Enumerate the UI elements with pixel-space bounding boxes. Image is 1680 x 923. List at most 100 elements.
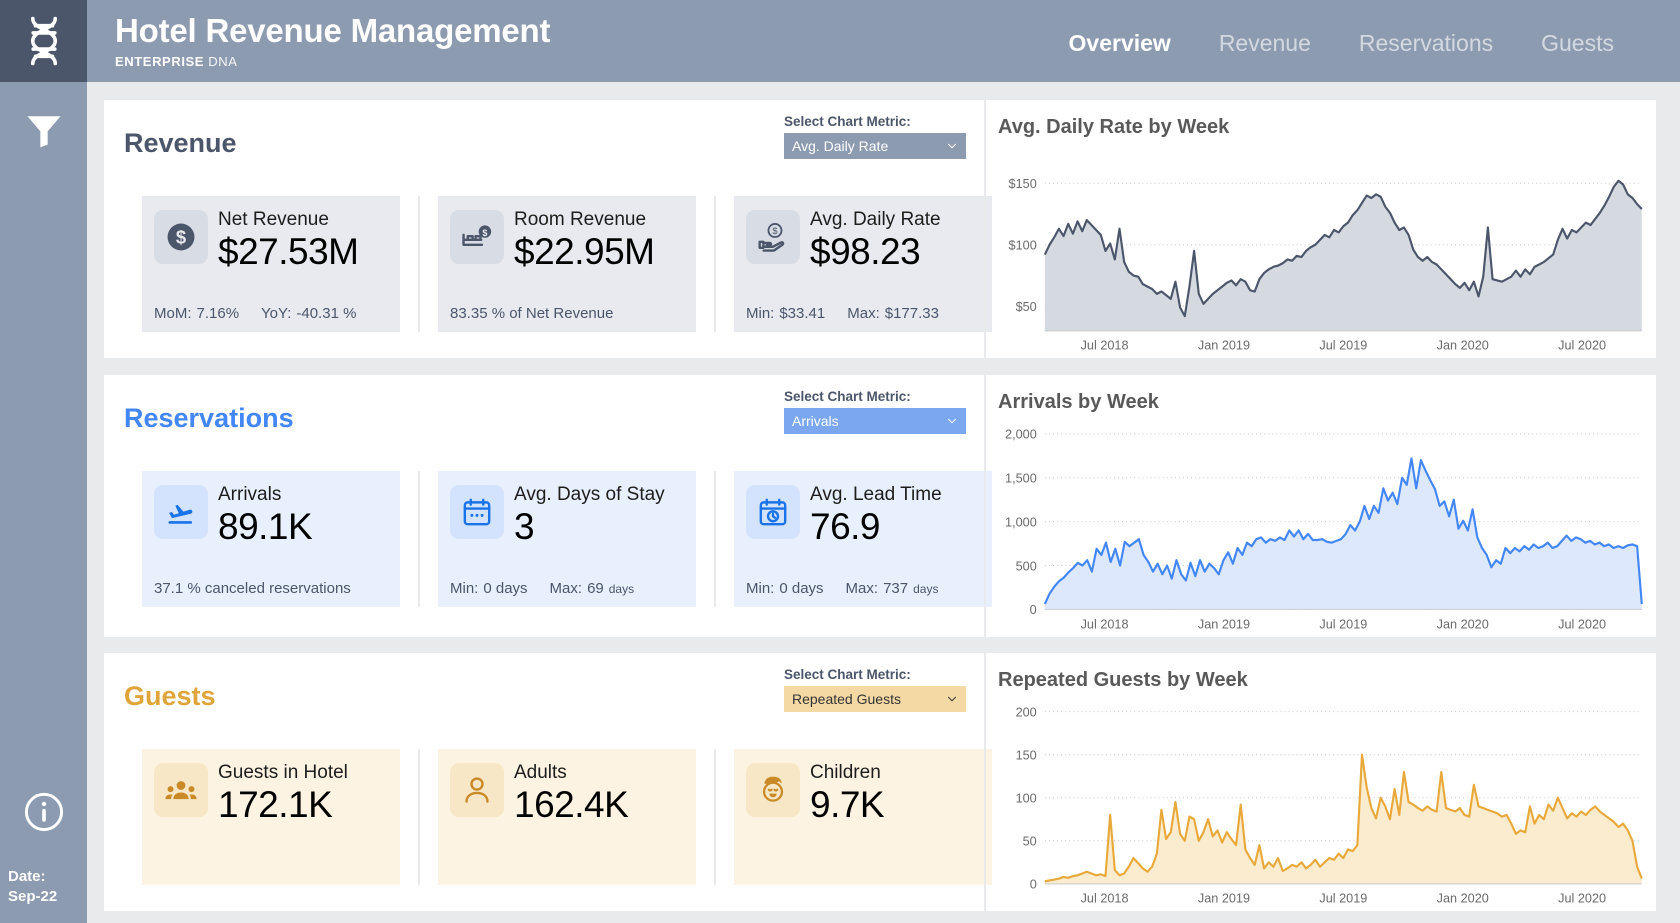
chart-title: Arrivals by Week <box>998 391 1159 413</box>
kpi-footer-unit: days <box>608 582 635 596</box>
kpi-header: $ Avg. Daily Rate $98.23 <box>746 209 980 272</box>
kpi-icon-wrap <box>746 763 800 817</box>
chart-container[interactable]: $50 $100 $150 Jul 2018 Jan 2019 Jul 2019 Jan 2… <box>986 144 1656 358</box>
svg-text:$150: $150 <box>1009 176 1037 191</box>
svg-text:Jul 2019: Jul 2019 <box>1319 616 1367 631</box>
kpi-footer-item: MoM: 7.16% <box>154 305 239 322</box>
svg-text:$: $ <box>482 228 487 238</box>
kpi-footer-value: 737 <box>883 580 909 597</box>
kpi-footer-value: 7.16% <box>196 305 240 322</box>
panel-right: Avg. Daily Rate by Week $50 $100 $150 Jul 20… <box>984 100 1656 358</box>
kpi-icon-wrap <box>154 763 208 817</box>
kpi-text: Avg. Daily Rate $98.23 <box>810 209 941 272</box>
tab-reservations[interactable]: Reservations <box>1359 30 1493 57</box>
kpi-value: $22.95M <box>514 230 655 272</box>
svg-text:Jul 2018: Jul 2018 <box>1081 890 1129 905</box>
metric-dropdown-value: Repeated Guests <box>792 691 901 707</box>
kpi-slot: Adults 162.4K <box>418 749 714 885</box>
chart-plot: 0 500 1,000 1,500 2,000 Jul 2018 Jan 2019 Jul 2… <box>1005 426 1643 632</box>
calendar-clock-icon <box>759 498 787 526</box>
panel-left: Guests Select Chart Metric: Repeated Guest… <box>104 653 992 911</box>
child-face-icon <box>762 776 784 802</box>
kpi-card-guests-in-hotel[interactable]: Guests in Hotel 172.1K <box>142 749 400 885</box>
kpi-title: Guests in Hotel <box>218 762 348 783</box>
svg-text:Jan 2020: Jan 2020 <box>1437 616 1489 631</box>
kpi-card-children[interactable]: Children 9.7K <box>734 749 992 885</box>
metric-dropdown[interactable]: Avg. Daily Rate <box>784 133 966 159</box>
svg-text:Jul 2018: Jul 2018 <box>1081 337 1129 352</box>
kpi-slot: Avg. Days of Stay 3 Min: 0 days Max: 69 days <box>418 471 714 607</box>
kpi-footer: 37.1 % canceled reservations <box>154 580 390 597</box>
brand-bold: ENTERPRISE <box>115 53 205 69</box>
page-title: Hotel Revenue Management <box>115 12 551 50</box>
sidebar: Date: Sep-22 <box>0 0 87 923</box>
filter-button[interactable] <box>0 82 87 178</box>
kpi-header: Avg. Lead Time 76.9 <box>746 484 980 547</box>
kpi-slot: $ Room Revenue $22.95M 83.35 % of Net Reven… <box>418 196 714 332</box>
info-button[interactable] <box>0 757 87 867</box>
kpi-footer-item: 37.1 % canceled reservations <box>154 580 351 597</box>
kpi-footer: Min: $33.41 Max: $177.33 <box>746 305 982 322</box>
kpi-text: Arrivals 89.1K <box>218 484 313 547</box>
panel-guests: Guests Select Chart Metric: Repeated Guest… <box>104 653 1656 911</box>
kpi-title: Avg. Days of Stay <box>514 484 665 505</box>
svg-text:500: 500 <box>1016 558 1037 573</box>
chart-title: Avg. Daily Rate by Week <box>998 116 1230 138</box>
svg-text:2,000: 2,000 <box>1005 426 1037 441</box>
kpi-card-avg-daily-rate[interactable]: $ Avg. Daily Rate $98.23 Min: $33.41 Max: $177… <box>734 196 992 332</box>
kpi-footer-label: Max: <box>847 305 880 322</box>
chart-container[interactable]: 0 500 1,000 1,500 2,000 Jul 2018 Jan 2019 Jul 2… <box>986 419 1656 637</box>
kpi-header: Adults 162.4K <box>450 762 684 825</box>
svg-text:1,000: 1,000 <box>1005 514 1037 529</box>
kpi-footer-value: $33.41 <box>779 305 826 322</box>
kpi-footer: Min: 0 days Max: 737 days <box>746 580 982 597</box>
tab-revenue[interactable]: Revenue <box>1219 30 1311 57</box>
kpi-card-adults[interactable]: Adults 162.4K <box>438 749 696 885</box>
kpi-header: Guests in Hotel 172.1K <box>154 762 388 825</box>
tab-guests[interactable]: Guests <box>1541 30 1614 57</box>
svg-text:$: $ <box>176 227 186 248</box>
svg-text:Jul 2019: Jul 2019 <box>1319 337 1367 352</box>
chart-container[interactable]: 0 50 100 150 200 Jul 2018 Jan 2019 Jul 2019 Jan … <box>986 697 1656 911</box>
svg-text:Jul 2020: Jul 2020 <box>1558 616 1606 631</box>
kpi-footer-label: YoY: <box>261 305 292 322</box>
kpi-icon-wrap <box>450 763 504 817</box>
svg-text:Jan 2020: Jan 2020 <box>1437 890 1489 905</box>
svg-text:200: 200 <box>1016 704 1037 719</box>
chevron-down-icon <box>948 143 956 149</box>
kpi-card-avg-lead-time[interactable]: Avg. Lead Time 76.9 Min: 0 days Max: 737 days <box>734 471 992 607</box>
tab-overview[interactable]: Overview <box>1069 30 1171 57</box>
metric-dropdown[interactable]: Arrivals <box>784 408 966 434</box>
date-filter: Date: Sep-22 <box>0 867 87 923</box>
kpi-title: Net Revenue <box>218 209 329 230</box>
kpi-card-net-revenue[interactable]: $ Net Revenue $27.53M MoM: 7.16% YoY: -40.31 % <box>142 196 400 332</box>
kpi-footer-value: -40.31 % <box>296 305 357 322</box>
kpi-footer-value: $177.33 <box>884 305 939 322</box>
kpi-text: Avg. Days of Stay 3 <box>514 484 665 547</box>
kpi-footer-label: MoM: <box>154 305 192 322</box>
date-label: Date: <box>8 867 46 885</box>
kpi-icon-wrap <box>154 485 208 539</box>
airplane-landing-icon <box>168 504 193 524</box>
kpi-header: $ Net Revenue $27.53M <box>154 209 388 272</box>
kpi-icon-wrap <box>746 485 800 539</box>
main-nav: Overview Revenue Reservations Guests <box>1069 26 1680 57</box>
svg-text:Jul 2018: Jul 2018 <box>1081 616 1129 631</box>
svg-text:1,500: 1,500 <box>1005 470 1037 485</box>
chevron-down-icon <box>948 418 956 424</box>
kpi-footer-item: Min: $33.41 <box>746 305 825 322</box>
kpi-slot: Guests in Hotel 172.1K <box>124 749 418 885</box>
kpi-card-arrivals[interactable]: Arrivals 89.1K 37.1 % canceled reservation… <box>142 471 400 607</box>
svg-text:Jan 2020: Jan 2020 <box>1437 337 1489 352</box>
kpi-icon-wrap: $ <box>154 210 208 264</box>
kpi-value: 162.4K <box>514 783 629 825</box>
svg-text:150: 150 <box>1016 747 1037 762</box>
metric-selector: Select Chart Metric: Arrivals <box>784 389 966 434</box>
kpi-footer: MoM: 7.16% YoY: -40.31 % <box>154 305 390 322</box>
kpi-card-avg-days-of-stay[interactable]: Avg. Days of Stay 3 Min: 0 days Max: 69 days <box>438 471 696 607</box>
panel-left: Reservations Select Chart Metric: Arrivals… <box>104 375 992 637</box>
metric-dropdown[interactable]: Repeated Guests <box>784 686 966 712</box>
metric-selector-label: Select Chart Metric: <box>784 389 911 404</box>
kpi-card-room-revenue[interactable]: $ Room Revenue $22.95M 83.35 % of Net Reven… <box>438 196 696 332</box>
kpi-footer-label: Min: <box>746 580 775 597</box>
